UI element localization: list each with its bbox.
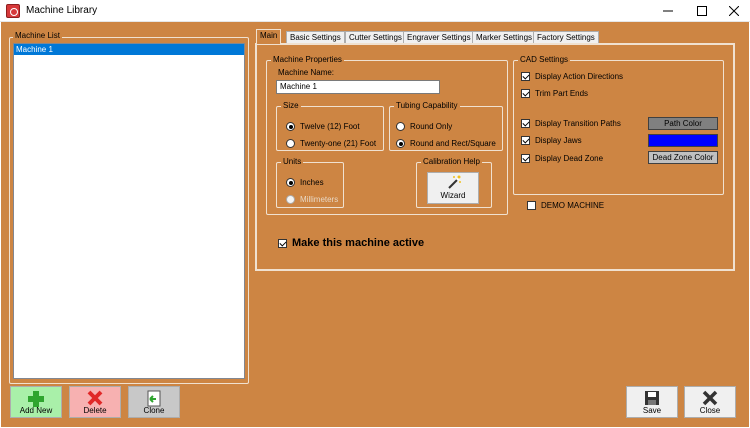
tab-page-main: Machine Properties Machine Name: Machine… xyxy=(255,43,735,271)
tab-main[interactable]: Main xyxy=(256,29,282,44)
units-millimeters-label: Millimeters xyxy=(300,195,339,204)
save-button[interactable]: Save xyxy=(626,386,678,418)
display-action-directions-label: Display Action Directions xyxy=(535,72,624,81)
close-window-button[interactable] xyxy=(716,0,750,22)
window-client: Machine List Machine 1 Add New Delete Cl… xyxy=(1,22,749,427)
close-x-icon xyxy=(702,390,718,406)
app-icon xyxy=(6,4,20,18)
wizard-button[interactable]: Wizard xyxy=(427,172,479,204)
units-inches-radio[interactable] xyxy=(286,178,295,187)
minimize-button[interactable] xyxy=(650,0,686,22)
delete-button[interactable]: Delete xyxy=(69,386,121,418)
save-disk-icon xyxy=(645,391,659,405)
tubing-legend: Tubing Capability xyxy=(394,101,460,110)
units-inches-label: Inches xyxy=(300,178,324,187)
display-dead-zone-label: Display Dead Zone xyxy=(535,154,604,163)
size-twentyone-radio[interactable] xyxy=(286,139,295,148)
machine-name-input[interactable]: Machine 1 xyxy=(276,80,440,94)
size-legend: Size xyxy=(281,101,301,110)
close-icon xyxy=(729,6,739,16)
cad-settings-legend: CAD Settings xyxy=(518,55,571,64)
list-item[interactable]: Machine 1 xyxy=(14,44,244,55)
machine-name-label: Machine Name: xyxy=(278,68,335,77)
size-twentyone-label: Twenty-one (21) Foot xyxy=(300,139,377,148)
machine-list-legend: Machine List xyxy=(13,31,62,40)
maximize-button[interactable] xyxy=(684,0,720,22)
close-label: Close xyxy=(699,406,721,415)
demo-machine-checkbox[interactable] xyxy=(527,201,536,210)
title-bar: Machine Library xyxy=(0,0,750,22)
minimize-icon xyxy=(663,10,673,12)
add-new-button[interactable]: Add New xyxy=(10,386,62,418)
clone-label: Clone xyxy=(143,406,165,415)
trim-part-ends-label: Trim Part Ends xyxy=(535,89,589,98)
size-twelve-label: Twelve (12) Foot xyxy=(300,122,360,131)
make-active-label: Make this machine active xyxy=(292,237,425,249)
magic-wand-icon xyxy=(448,175,461,189)
path-color-button[interactable]: Path Color xyxy=(648,117,718,130)
window-title: Machine Library xyxy=(26,5,98,16)
display-action-directions-checkbox[interactable] xyxy=(521,72,530,81)
tubing-round-only-radio[interactable] xyxy=(396,122,405,131)
display-transition-paths-label: Display Transition Paths xyxy=(535,119,621,128)
delete-label: Delete xyxy=(83,406,107,415)
display-jaws-label: Display Jaws xyxy=(535,136,582,145)
make-active-checkbox[interactable] xyxy=(278,239,287,248)
units-millimeters-radio[interactable] xyxy=(286,195,295,204)
add-new-label: Add New xyxy=(19,406,53,415)
trim-part-ends-checkbox[interactable] xyxy=(521,89,530,98)
maximize-icon xyxy=(697,6,707,16)
wizard-label: Wizard xyxy=(440,191,466,200)
delete-x-icon xyxy=(87,390,103,406)
tubing-round-rect-label: Round and Rect/Square xyxy=(410,139,496,148)
demo-machine-label: DEMO MACHINE xyxy=(541,201,605,210)
machine-listbox[interactable]: Machine 1 xyxy=(13,43,245,379)
close-button[interactable]: Close xyxy=(684,386,736,418)
units-legend: Units xyxy=(281,157,304,166)
tubing-round-only-label: Round Only xyxy=(410,122,453,131)
machine-properties-legend: Machine Properties xyxy=(271,55,344,64)
display-jaws-checkbox[interactable] xyxy=(521,136,530,145)
display-dead-zone-checkbox[interactable] xyxy=(521,154,530,163)
save-label: Save xyxy=(642,406,662,415)
tubing-round-rect-radio[interactable] xyxy=(396,139,405,148)
jaw-color-button[interactable]: Jaw Color xyxy=(648,134,718,147)
dead-zone-color-button[interactable]: Dead Zone Color xyxy=(648,151,718,164)
display-transition-paths-checkbox[interactable] xyxy=(521,119,530,128)
calibration-legend: Calibration Help xyxy=(421,157,482,166)
size-twelve-radio[interactable] xyxy=(286,122,295,131)
clone-button[interactable]: Clone xyxy=(128,386,180,418)
